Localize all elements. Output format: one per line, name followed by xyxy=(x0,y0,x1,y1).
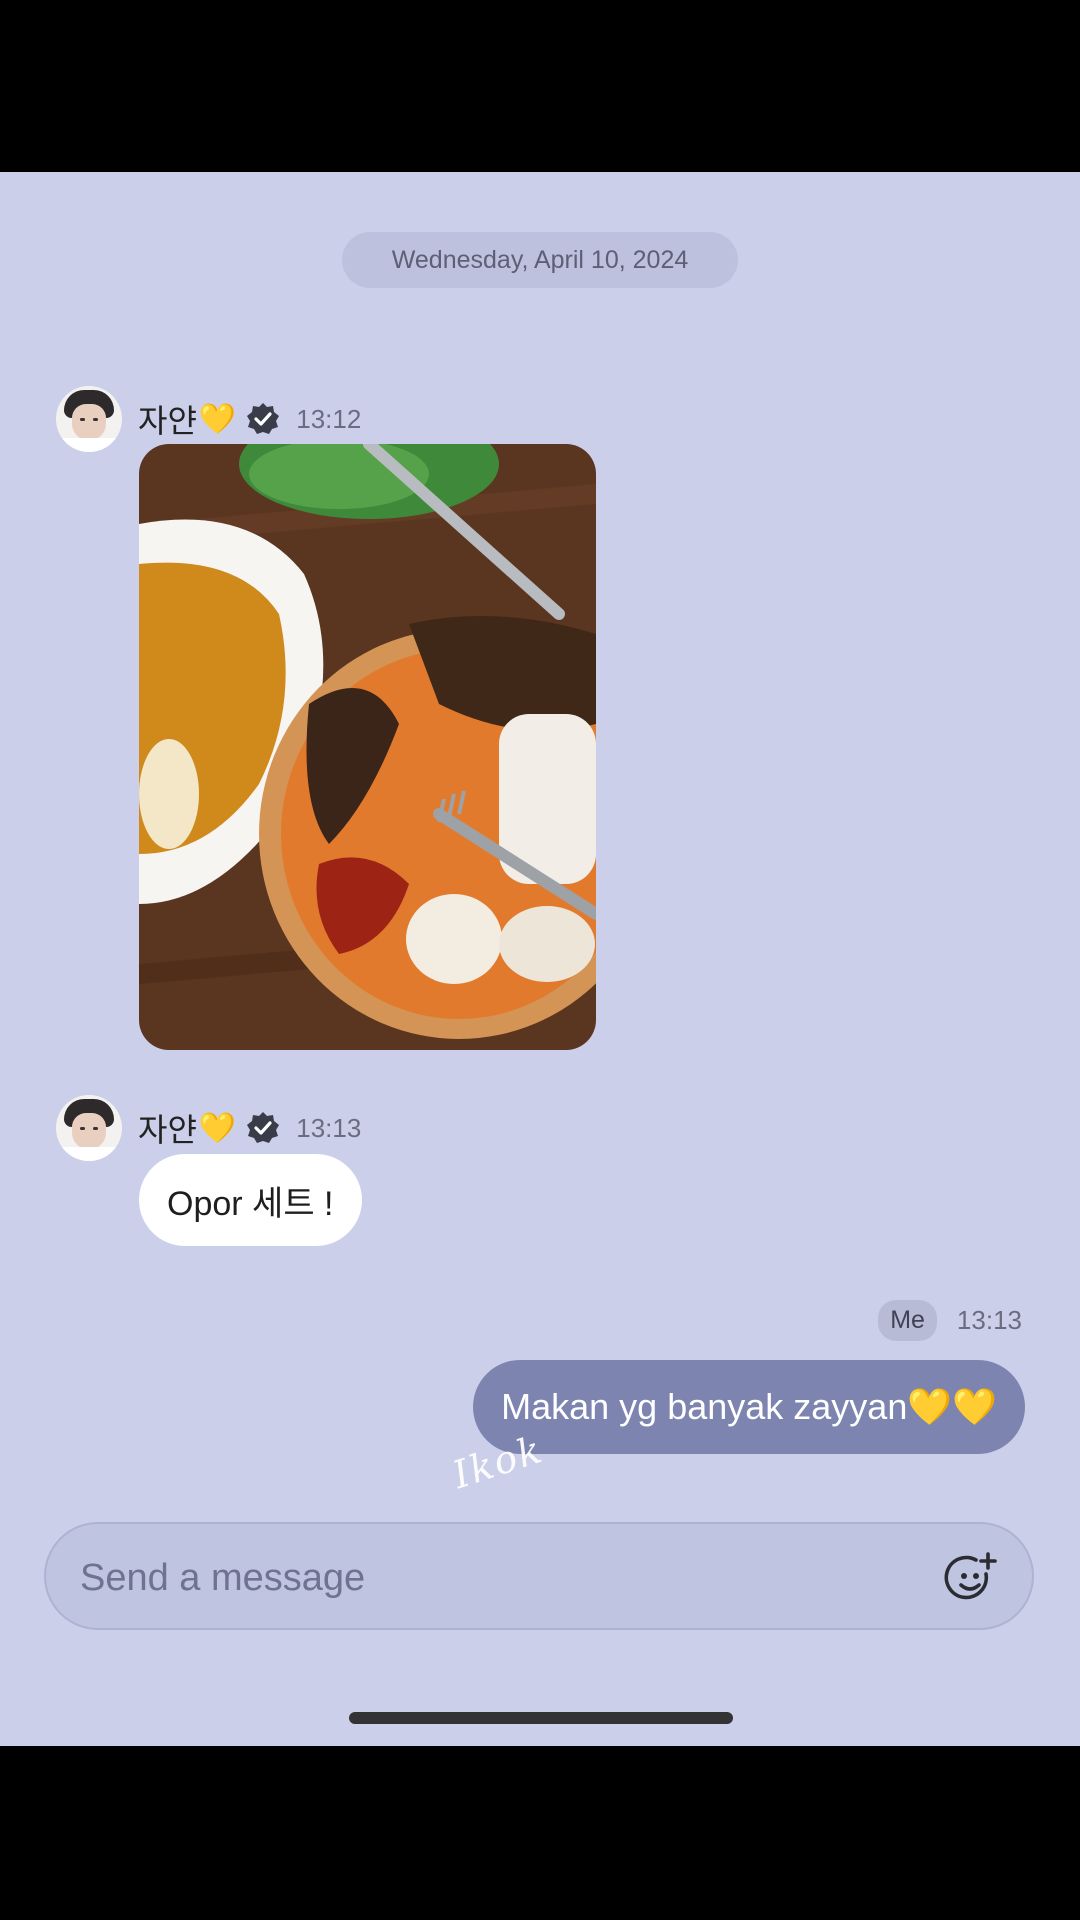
heart-emoji: 💛 xyxy=(198,1111,237,1145)
photo-message[interactable] xyxy=(139,444,596,1050)
me-badge: Me xyxy=(878,1300,937,1341)
food-photo xyxy=(139,444,596,1050)
chat-screen: Wednesday, April 10, 2024 자얀 💛 13:12 자얀 … xyxy=(0,172,1080,1746)
message-header: 자얀 💛 13:13 xyxy=(56,1093,361,1163)
date-separator: Wednesday, April 10, 2024 xyxy=(342,232,738,288)
verified-badge-icon xyxy=(247,403,280,434)
message-composer[interactable] xyxy=(44,1522,1034,1630)
heart-emoji: 💛 xyxy=(198,402,237,436)
message-time: 13:13 xyxy=(296,1112,362,1143)
sender-name: 자얀 xyxy=(138,1112,197,1148)
home-indicator[interactable] xyxy=(349,1712,733,1724)
outgoing-message-bubble[interactable]: Makan yg banyak zayyan💛💛 xyxy=(473,1360,1025,1454)
message-time: 13:12 xyxy=(296,403,362,434)
incoming-message-bubble[interactable]: Opor 세트 ! xyxy=(139,1154,362,1246)
avatar[interactable] xyxy=(56,1095,122,1161)
message-time: 13:13 xyxy=(956,1305,1022,1335)
sender-name: 자얀 xyxy=(138,403,197,439)
message-input[interactable] xyxy=(78,1550,902,1606)
my-message-header: Me 13:13 xyxy=(878,1300,1022,1341)
verified-badge-icon xyxy=(247,1112,280,1143)
emoji-add-icon[interactable] xyxy=(942,1550,1000,1608)
avatar[interactable] xyxy=(56,386,122,452)
